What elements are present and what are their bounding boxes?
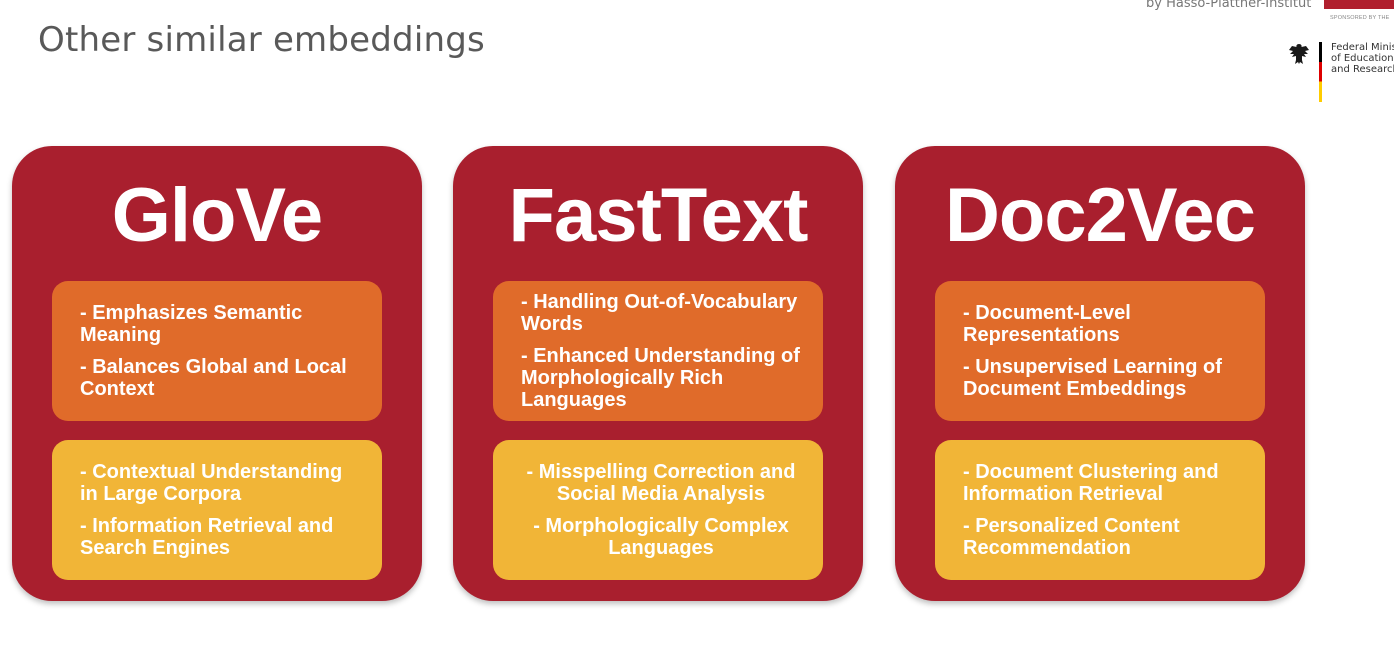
strength-item: - Emphasizes Semantic Meaning — [80, 302, 303, 346]
strengths-box: - Document-Level Representations - Unsup… — [935, 281, 1265, 421]
card-title: Doc2Vec — [945, 173, 1256, 258]
ministry-line: Federal Minis — [1331, 42, 1394, 53]
german-flag-bar — [1319, 42, 1322, 102]
strengths-box: - Emphasizes Semantic Meaning - Balances… — [52, 281, 382, 421]
strength-item: - Handling Out-of-Vocabulary Words — [521, 291, 798, 335]
strengths-box: - Handling Out-of-Vocabulary Words - Enh… — [493, 281, 823, 421]
use-cases-box: - Document Clustering and Information Re… — [935, 440, 1265, 580]
card-title: GloVe — [111, 173, 323, 258]
use-case-item: - Misspelling Correction and Social Medi… — [526, 461, 796, 505]
ministry-label: Federal Minis of Education and Research — [1331, 42, 1394, 75]
card-title: FastText — [508, 173, 809, 258]
ministry-line: of Education — [1331, 53, 1394, 64]
institute-byline: by Hasso-Plattner-Institut — [1146, 0, 1312, 11]
use-case-item: - Personalized Content Recommendation — [963, 515, 1180, 559]
card-fasttext: FastText - Handling Out-of-Vocabulary Wo… — [453, 146, 863, 601]
card-doc2vec: Doc2Vec - Document-Level Representations… — [895, 146, 1305, 601]
use-case-item: - Information Retrieval and Search Engin… — [80, 515, 334, 559]
use-case-item: - Contextual Understanding in Large Corp… — [80, 461, 343, 505]
strength-item: - Unsupervised Learning of Document Embe… — [963, 356, 1222, 400]
use-cases-box: - Contextual Understanding in Large Corp… — [52, 440, 382, 580]
hpi-logo-tab — [1324, 0, 1394, 9]
use-cases-box: - Misspelling Correction and Social Medi… — [493, 440, 823, 580]
sponsored-label: SPONSORED BY THE — [1330, 15, 1390, 21]
federal-eagle-icon — [1289, 44, 1309, 64]
card-glove: GloVe - Emphasizes Semantic Meaning - Ba… — [12, 146, 422, 601]
strength-item: - Balances Global and Local Context — [80, 356, 347, 400]
strength-item: - Enhanced Understanding of Morphologica… — [521, 345, 800, 411]
use-case-item: - Document Clustering and Information Re… — [963, 461, 1219, 505]
strength-item: - Document-Level Representations — [963, 302, 1131, 346]
slide-title: Other similar embeddings — [38, 20, 485, 60]
use-case-item: - Morphologically Complex Languages — [533, 515, 789, 559]
ministry-line: and Research — [1331, 64, 1394, 75]
